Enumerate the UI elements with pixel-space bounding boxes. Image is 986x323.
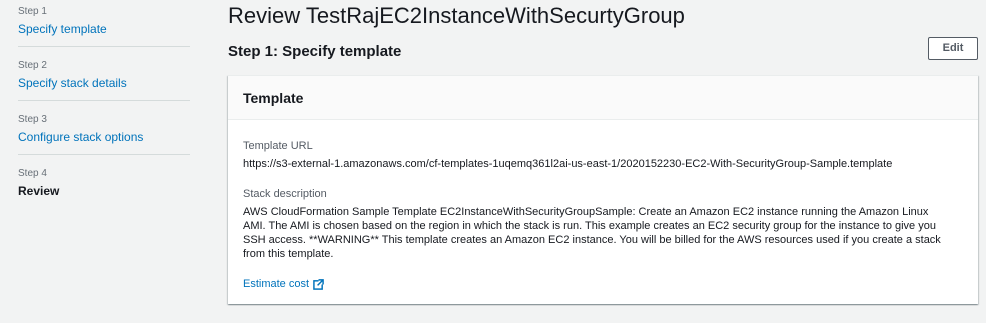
section-heading: Step 1: Specify template [228,43,402,60]
step-divider [18,154,190,155]
step-1: Step 1 Specify template [18,6,190,37]
page-title: Review TestRajEC2InstanceWithSecurtyGrou… [228,3,685,28]
step-divider [18,100,190,101]
step-3: Step 3 Configure stack options [18,114,190,145]
step-2-number: Step 2 [18,60,47,71]
template-url-value: https://s3-external-1.amazonaws.com/cf-t… [243,158,893,170]
step-3-link[interactable]: Configure stack options [18,129,190,145]
step-4-number: Step 4 [18,168,47,179]
estimate-cost-link[interactable]: Estimate cost [243,278,325,290]
template-panel: Template Template URL https://s3-externa… [228,75,978,304]
step-2: Step 2 Specify stack details [18,60,190,91]
template-url-label: Template URL [243,140,313,152]
panel-body: Template URL https://s3-external-1.amazo… [228,120,978,292]
panel-header: Template [228,76,978,120]
step-4: Step 4 Review [18,168,190,199]
step-3-number: Step 3 [18,114,47,125]
step-4-current-label: Review [18,184,60,198]
panel-title: Template [243,90,304,106]
step-divider [18,46,190,47]
stack-description-value: AWS CloudFormation Sample Template EC2In… [243,206,941,260]
step-1-link[interactable]: Specify template [18,21,190,37]
review-main: Review TestRajEC2InstanceWithSecurtyGrou… [228,0,978,323]
stack-description-label: Stack description [243,188,327,200]
step-2-link[interactable]: Specify stack details [18,75,190,91]
external-link-icon [313,278,325,290]
edit-button[interactable]: Edit [928,37,978,60]
wizard-steps-nav: Step 1 Specify template Step 2 Specify s… [0,0,208,323]
step-1-number: Step 1 [18,6,47,17]
estimate-cost-label: Estimate cost [243,278,310,290]
